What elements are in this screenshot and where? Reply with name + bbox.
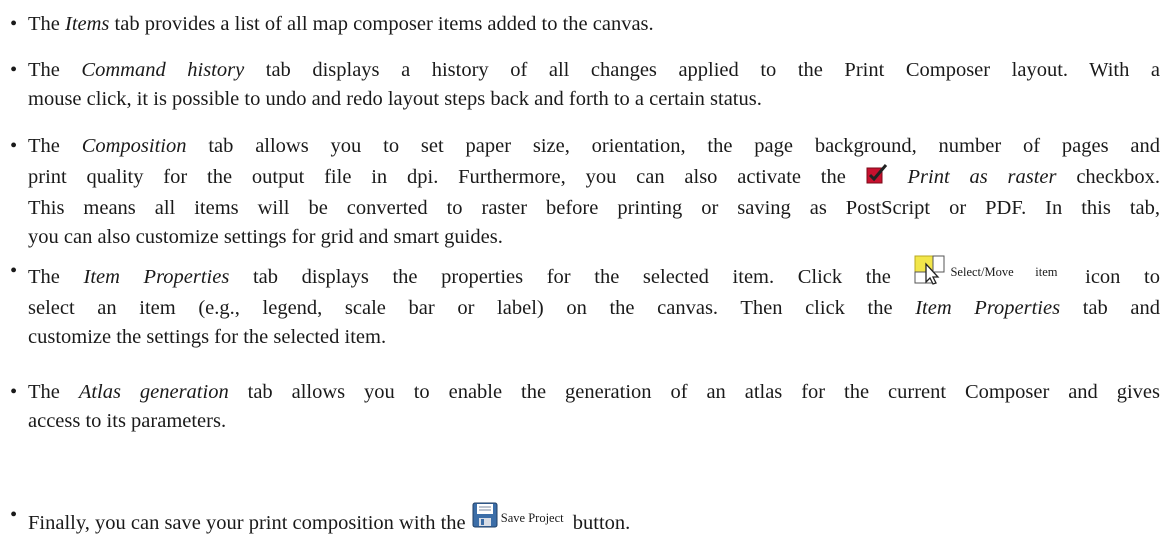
bullet-mark: •: [10, 260, 18, 282]
select-move-item-label: Select/Move item: [950, 265, 1058, 279]
select-move-item-icon: [914, 255, 948, 294]
item-properties-tab-name-2: Item Properties: [915, 297, 1061, 319]
bullet-mark: •: [10, 13, 18, 35]
command-history-tab-name: Command history: [81, 59, 245, 81]
bullet-composition: • The Composition tab allows you to set …: [10, 132, 1160, 252]
print-as-raster-label: Print as raster: [907, 166, 1057, 188]
bullet-atlas-generation: • The Atlas generation tab allows you to…: [10, 378, 1160, 436]
document-page: • The Items tab provides a list of all m…: [0, 0, 1170, 539]
checkbox-checked-icon: [866, 163, 888, 194]
bullet-mark: •: [10, 59, 18, 81]
bullet-save-project: • Finally, you can save your print compo…: [10, 501, 1160, 540]
items-tab-name: Items: [65, 13, 110, 35]
bullet-command-history: • The Command history tab displays a his…: [10, 56, 1160, 114]
composition-tab-name: Composition: [81, 135, 187, 157]
atlas-generation-tab-name: Atlas generation: [78, 381, 229, 403]
bullet-mark: •: [10, 135, 18, 157]
bullet-mark: •: [10, 504, 18, 526]
bullet-mark: •: [10, 381, 18, 403]
save-project-icon: [471, 501, 499, 540]
bullet-item-properties: • The Item Properties tab displays the p…: [10, 255, 1160, 352]
save-project-label: Save Project: [500, 511, 564, 525]
bullet-items-tab: • The Items tab provides a list of all m…: [10, 10, 1160, 39]
item-properties-tab-name: Item Properties: [83, 266, 230, 288]
